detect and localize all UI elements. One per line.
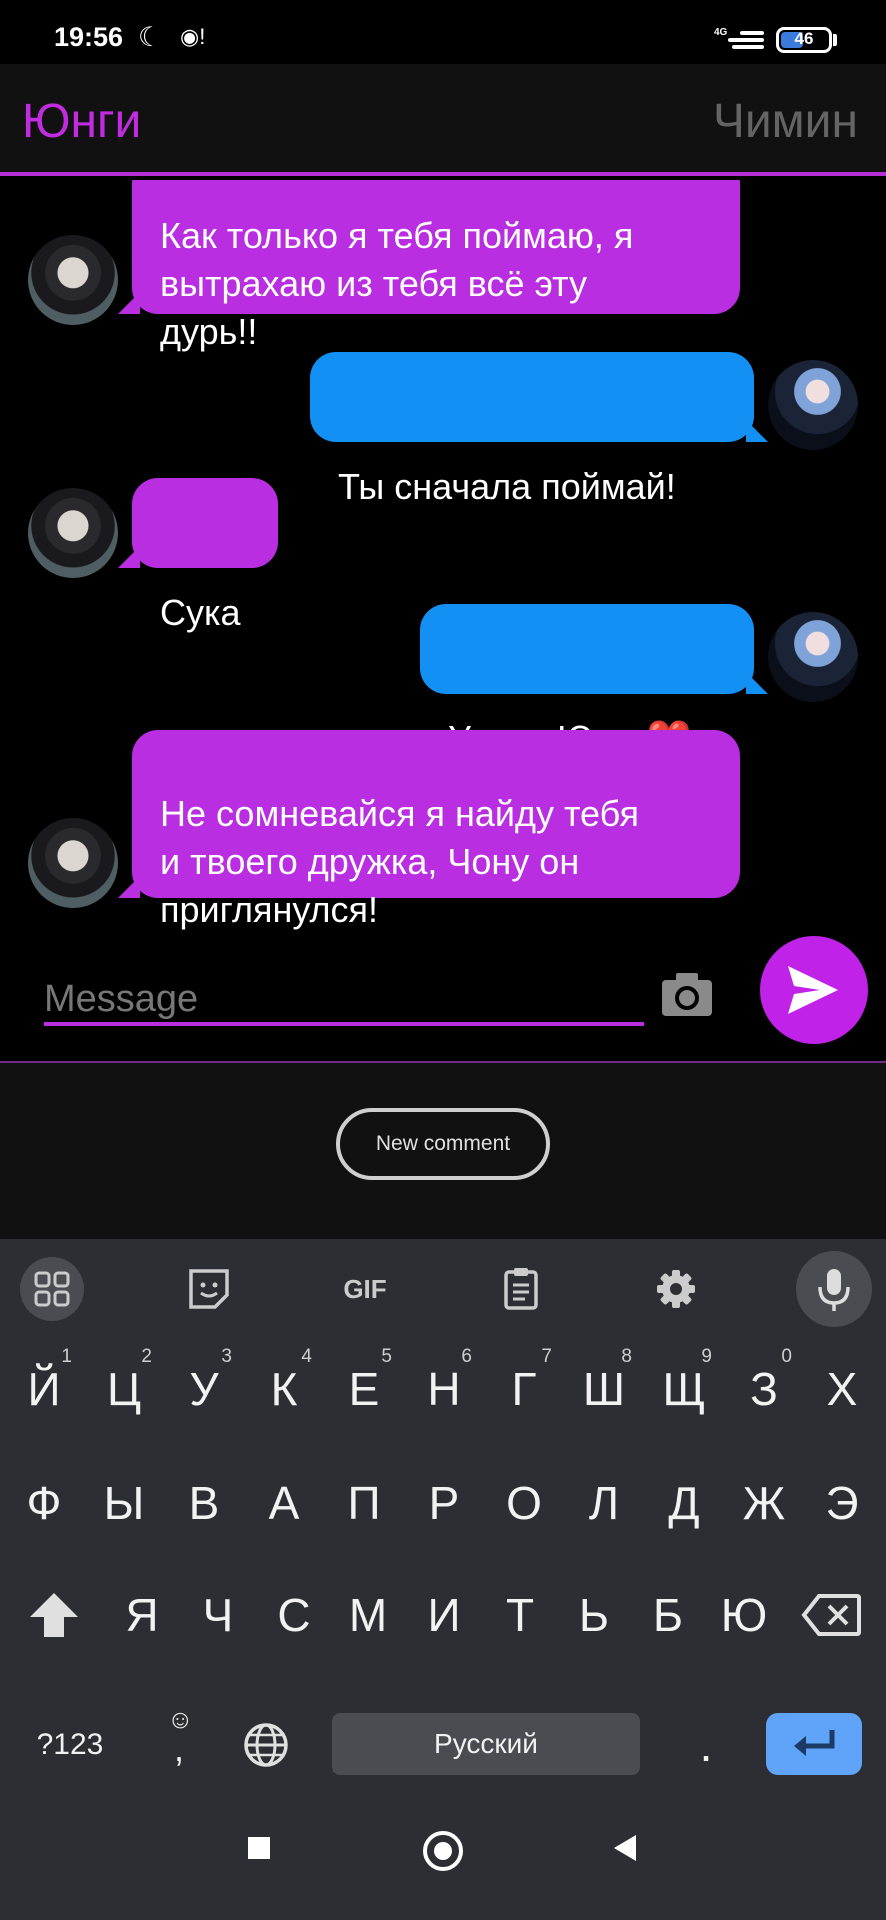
key-н[interactable]: Н6	[404, 1339, 484, 1439]
key-в[interactable]: В	[164, 1453, 244, 1553]
space-key[interactable]: Русский	[332, 1713, 640, 1775]
send-icon	[788, 966, 838, 1014]
message-bubble-jimin: Ты сначала поймай!	[310, 352, 754, 507]
keyboard-toolbar: GIF	[0, 1239, 886, 1339]
key-й[interactable]: Й1	[4, 1339, 84, 1439]
key-и[interactable]: И	[404, 1565, 484, 1665]
message-input-underline	[44, 1022, 644, 1026]
key-а[interactable]: А	[244, 1453, 324, 1553]
key-ж[interactable]: Ж	[724, 1453, 804, 1553]
sticker-icon[interactable]	[177, 1257, 241, 1321]
clipboard-icon[interactable]	[489, 1257, 553, 1321]
status-bar: 19:56 ☾ ◉! 4G 46	[0, 0, 886, 64]
shift-icon	[30, 1593, 78, 1637]
key-т[interactable]: Т	[480, 1565, 560, 1665]
key-д[interactable]: Д	[644, 1453, 724, 1553]
apps-grid-icon[interactable]	[20, 1257, 84, 1321]
key-б[interactable]: Б	[628, 1565, 708, 1665]
key-м[interactable]: М	[328, 1565, 408, 1665]
globe-icon	[244, 1723, 288, 1767]
key-ш[interactable]: Ш8	[564, 1339, 644, 1439]
keyboard: Й1 Ц2 У3 К4 Е5 Н6 Г7 Ш8 Щ9 З0 Х Ф Ы В А …	[0, 1339, 886, 1787]
backspace-icon	[801, 1594, 861, 1636]
back-icon[interactable]	[614, 1835, 636, 1861]
key-ц[interactable]: Ц2	[84, 1339, 164, 1439]
avatar-jimin[interactable]	[768, 612, 858, 702]
key-к[interactable]: К4	[244, 1339, 324, 1439]
enter-icon	[794, 1730, 835, 1756]
key-щ[interactable]: Щ9	[644, 1339, 724, 1439]
avatar-yoongi[interactable]	[28, 235, 118, 325]
signal-icon: 4G	[714, 27, 764, 49]
key-у[interactable]: У3	[164, 1339, 244, 1439]
gif-label: GIF	[343, 1274, 387, 1304]
message-bubble-jimin: Удачи Юнги❤️	[420, 604, 754, 759]
shift-key[interactable]	[14, 1565, 94, 1665]
message-input[interactable]	[44, 976, 644, 1022]
new-comment-button[interactable]: New comment	[336, 1108, 550, 1180]
tab-yoongi[interactable]: Юнги	[22, 94, 141, 149]
enter-key[interactable]	[766, 1713, 862, 1775]
microphone-icon[interactable]	[796, 1251, 872, 1327]
key-о[interactable]: О	[484, 1453, 564, 1553]
key-ф[interactable]: Ф	[4, 1453, 84, 1553]
key-р[interactable]: Р	[404, 1453, 484, 1553]
key-я[interactable]: Я	[102, 1565, 182, 1665]
recents-icon[interactable]	[248, 1837, 270, 1859]
symbols-key[interactable]: ?123	[22, 1695, 118, 1795]
tab-jimin[interactable]: Чимин	[713, 94, 858, 149]
status-time: 19:56	[54, 22, 124, 52]
message-bubble-yoongi: Как только я тебя поймаю, я вытрахаю из …	[132, 180, 740, 352]
message-text: Не сомневайся я найду тебя и твоего друж…	[160, 793, 639, 930]
key-г[interactable]: Г7	[484, 1339, 564, 1439]
do-not-disturb-icon: ☾	[138, 22, 163, 52]
period-key[interactable]: .	[666, 1695, 746, 1795]
camera-icon[interactable]	[660, 970, 714, 1020]
send-button[interactable]	[760, 936, 868, 1044]
emoji-comma-key[interactable]: ☺ ,	[140, 1695, 220, 1795]
navigation-bar	[0, 1787, 886, 1920]
globe-key[interactable]	[226, 1695, 306, 1795]
key-ь[interactable]: Ь	[554, 1565, 634, 1665]
battery-cap	[833, 34, 837, 46]
notification-icon: ◉!	[180, 24, 206, 49]
key-э[interactable]: Э	[802, 1453, 882, 1553]
comma-label: ,	[174, 1728, 185, 1769]
settings-gear-icon[interactable]	[644, 1257, 708, 1321]
key-ч[interactable]: Ч	[178, 1565, 258, 1665]
backspace-key[interactable]	[792, 1565, 872, 1665]
key-ю[interactable]: Ю	[704, 1565, 784, 1665]
chat-header: Юнги Чимин	[0, 64, 886, 176]
key-ы[interactable]: Ы	[84, 1453, 164, 1553]
key-с[interactable]: С	[254, 1565, 334, 1665]
key-е[interactable]: Е5	[324, 1339, 404, 1439]
key-х[interactable]: Х	[802, 1339, 882, 1439]
message-bubble-yoongi: Сука	[132, 478, 278, 633]
message-text: Сука	[160, 592, 241, 633]
avatar-yoongi[interactable]	[28, 818, 118, 908]
bubble-tail	[746, 420, 768, 442]
home-icon[interactable]	[423, 1831, 463, 1871]
message-composer	[0, 920, 886, 1062]
message-bubble-yoongi: Не сомневайся я найду тебя и твоего друж…	[132, 730, 740, 930]
avatar-jimin[interactable]	[768, 360, 858, 450]
battery-level: 46	[794, 29, 814, 48]
key-л[interactable]: Л	[564, 1453, 644, 1553]
message-text: Ты сначала поймай!	[338, 466, 676, 507]
battery-icon: 46	[776, 27, 832, 53]
key-з[interactable]: З0	[724, 1339, 804, 1439]
bubble-tail	[746, 672, 768, 694]
gif-button[interactable]: GIF	[333, 1257, 397, 1321]
avatar-yoongi[interactable]	[28, 488, 118, 578]
comment-zone: New comment	[0, 1063, 886, 1239]
network-type-label: 4G	[714, 27, 728, 38]
key-п[interactable]: П	[324, 1453, 404, 1553]
message-text: Как только я тебя поймаю, я вытрахаю из …	[160, 215, 634, 352]
